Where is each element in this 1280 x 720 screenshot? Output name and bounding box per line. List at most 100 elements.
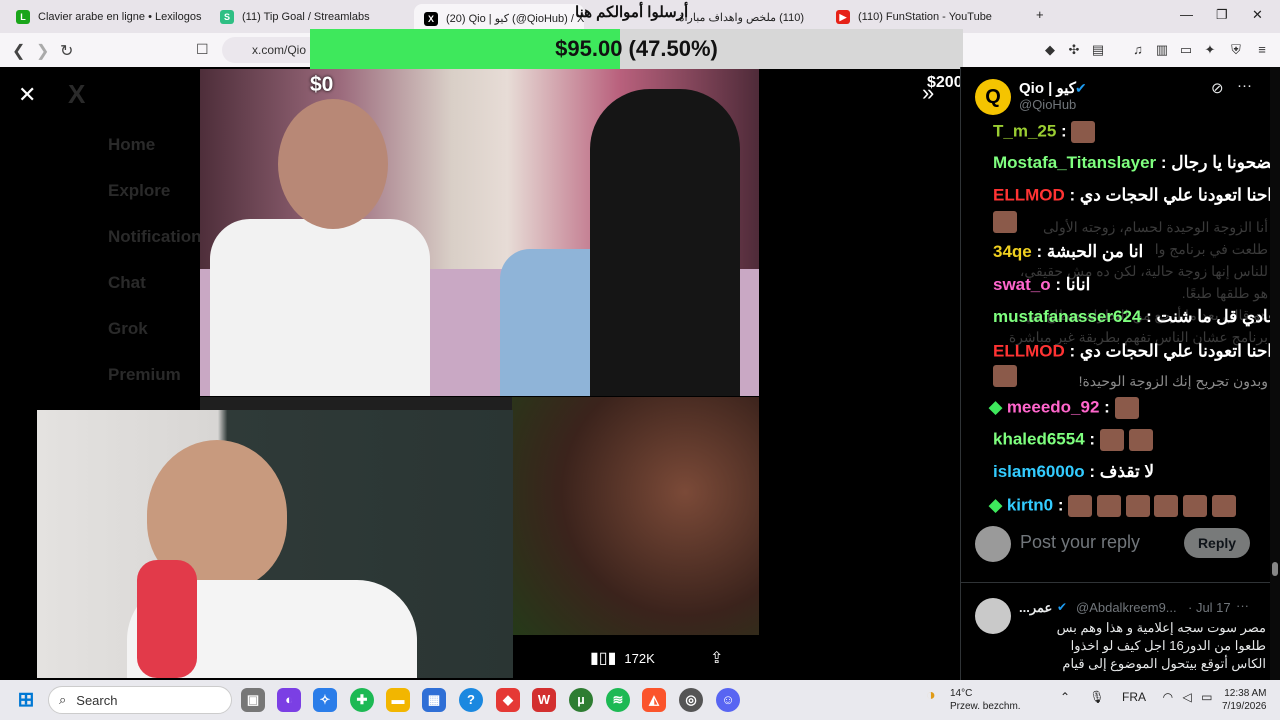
chat-text: عادي قل ما شنت [1156, 307, 1279, 326]
reply-text-line: مصر سوت سجه إعلامية و هذا وهم بس [1056, 620, 1266, 635]
grok-icon[interactable]: ⊘ [1211, 79, 1224, 97]
url-text: x.com/Qio [252, 43, 307, 57]
emote-icon [1128, 429, 1153, 451]
chat-username: mustafanasser624 [993, 307, 1142, 326]
chat-app-icon[interactable]: ◐ [277, 688, 301, 712]
verified-badge-icon: ✔ [1057, 600, 1068, 614]
vpn-icon[interactable]: ⛨ [1228, 42, 1244, 58]
tab-title: (110) FunStation - YouTube [858, 11, 992, 23]
scrollbar-thumb[interactable] [1272, 562, 1278, 576]
chat-message: ◆ kirtn0 : [989, 495, 1236, 517]
my-avatar [975, 526, 1011, 562]
lexilogos-icon: L [16, 10, 30, 24]
profile-name[interactable]: Qio | كيو [1019, 79, 1076, 97]
profile-handle[interactable]: @QioHub [1019, 97, 1076, 112]
system-clock[interactable]: 12:38 AM 7/19/2026 [1222, 687, 1267, 713]
forward-icon[interactable]: ❯ [36, 41, 49, 61]
reader-icon[interactable]: ▤ [1090, 42, 1106, 58]
address-bar[interactable]: x.com/Qio [222, 37, 322, 63]
taskbar-search[interactable]: ⌕ Search [48, 686, 232, 714]
woman [590, 89, 740, 396]
tab-youtube-funstation[interactable]: ▶ (110) FunStation - YouTube [826, 4, 1026, 30]
tweet-text-line: طلعت في برنامج وا [1154, 241, 1268, 257]
spotify-icon[interactable]: ≋ [606, 688, 630, 712]
tip-goal-amount: $95.00 (47.50%) [555, 36, 718, 61]
emote-icon [1211, 495, 1236, 517]
volume-icon[interactable]: ◁ [1183, 690, 1192, 704]
reload-icon[interactable]: ↻ [60, 41, 73, 61]
weather-icon: ◑ [926, 687, 936, 704]
battery-icon[interactable]: ▭ [1201, 690, 1212, 704]
close-window-icon[interactable]: ✕ [1252, 7, 1263, 23]
bookmark-icon[interactable]: ☐ [196, 41, 209, 58]
close-media-icon[interactable]: ✕ [18, 82, 36, 108]
new-tab-icon[interactable]: + [1036, 7, 1044, 22]
chevron-up-icon[interactable]: ⌃ [1060, 690, 1070, 704]
more-options-icon[interactable]: ··· [1236, 598, 1249, 613]
anydesk-icon[interactable]: ◆ [496, 688, 520, 712]
tab-lexilogos[interactable]: L Clavier arabe en ligne • Lexilogos [6, 4, 206, 30]
reply-button[interactable]: Reply [1184, 528, 1250, 558]
mic-icon[interactable]: 🎙︎ [1089, 690, 1104, 704]
brave-icon[interactable]: ◭ [642, 688, 666, 712]
more-options-icon[interactable]: ··· [1237, 77, 1252, 94]
puzzle-icon[interactable]: ✣ [1066, 42, 1082, 58]
maximize-icon[interactable]: ❐ [1216, 7, 1228, 23]
menu-icon[interactable]: ≡ [1254, 42, 1270, 58]
man-shirt [210, 219, 430, 396]
search-label: Search [76, 692, 118, 708]
chat-emote-row [993, 211, 1017, 233]
minimize-icon[interactable]: — [1180, 7, 1193, 22]
weather-widget[interactable]: ◑ 14°C Przew. bezchm. [926, 687, 1021, 713]
profile-avatar[interactable]: Q [975, 79, 1011, 115]
system-tray: ⌃ 🎙︎ FRA ◠ ◁ ▭ [1060, 690, 1212, 704]
views-counter[interactable]: ▮▯▮ 172K [590, 648, 655, 668]
extension-icon[interactable]: ◆ [1042, 42, 1058, 58]
weather-desc: Przew. bezchm. [950, 701, 1021, 712]
obs-icon[interactable]: ◎ [679, 688, 703, 712]
sidebar-icon[interactable]: ▥ [1154, 42, 1170, 58]
store-icon[interactable]: ▦ [422, 688, 446, 712]
discord-icon[interactable]: ☺ [716, 688, 740, 712]
windows-start-icon[interactable]: ⊞ [14, 688, 38, 712]
emote-icon [1183, 495, 1208, 517]
copilot-icon[interactable]: ✧ [313, 688, 337, 712]
emote-icon [1125, 495, 1150, 517]
clock-date: 7/19/2026 [1222, 701, 1267, 712]
chat-message: khaled6554 : [993, 429, 1153, 451]
streamlabs-icon: S [220, 10, 234, 24]
video-frame-top [200, 69, 759, 396]
tab-streamlabs[interactable]: S (11) Tip Goal / Streamlabs [210, 4, 410, 30]
wifi-icon[interactable]: ◠ [1163, 690, 1173, 704]
chat-username: ELLMOD [993, 341, 1065, 361]
music-icon[interactable]: ♫ [1130, 42, 1146, 58]
reply-author-handle[interactable]: @Abdalkreem9... [1076, 600, 1177, 615]
scrollbar[interactable] [1270, 67, 1280, 680]
nav-notifications: Notifications [108, 227, 211, 246]
chat-username: T_m_25 [993, 121, 1057, 141]
reply-input[interactable]: Post your reply [1020, 532, 1140, 553]
ai-icon[interactable]: ✦ [1202, 42, 1218, 58]
chat-message: mustafanasser624 : عادي قل ما شنت [993, 307, 1279, 326]
share-icon[interactable]: ⇪ [710, 648, 723, 668]
xbox-icon[interactable]: ✚ [350, 688, 374, 712]
reply-author-name[interactable]: ...عمر [1019, 600, 1052, 616]
task-view-icon[interactable]: ▣ [241, 688, 265, 712]
utorrent-icon[interactable]: µ [569, 688, 593, 712]
chat-message: ELLMOD : احنا اتعودنا علي الحجات دي [993, 341, 1280, 363]
x-logo-icon: X [68, 79, 86, 109]
language-indicator[interactable]: FRA [1122, 690, 1145, 704]
office-icon[interactable]: W [532, 688, 556, 712]
chat-username: kirtn0 [1006, 495, 1054, 515]
tab-title: (20) Qio | كيو (@QioHub) / X [446, 13, 584, 25]
chat-username: meeedo_92 [1006, 397, 1100, 417]
file-explorer-icon[interactable]: ▬ [386, 688, 410, 712]
chat-message: ELLMOD : احنا اتعودنا علي الحجات دي [993, 185, 1280, 207]
chat-text: لا تقذف [1099, 462, 1155, 481]
tip-goal-max: $200 [927, 74, 963, 91]
help-icon[interactable]: ? [459, 688, 483, 712]
wallet-icon[interactable]: ▭ [1178, 42, 1194, 58]
back-icon[interactable]: ❮ [12, 41, 25, 61]
tab-title: (110) ملخص واهداف مباراة [678, 11, 804, 24]
nav-home: Home [108, 135, 156, 154]
